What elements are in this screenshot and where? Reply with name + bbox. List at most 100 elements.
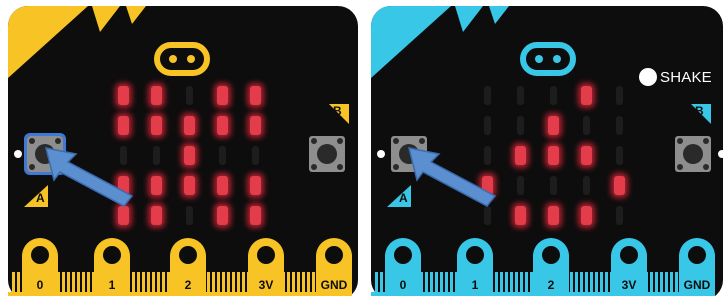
- led-r1-c4: [250, 116, 261, 135]
- connector-tooth: [87, 272, 90, 296]
- shake-dot-icon: [639, 68, 657, 86]
- connector-tooth: [445, 272, 448, 296]
- pin-hole: [688, 246, 706, 264]
- led-r0-c4: [616, 86, 623, 105]
- pin-hole: [620, 246, 638, 264]
- led-r1-c2: [548, 116, 559, 135]
- edge-connector: 0 1 2 3V GND: [363, 230, 725, 296]
- connector-tooth: [665, 272, 668, 296]
- connector-tooth: [162, 272, 165, 296]
- led-r0-c1: [151, 86, 162, 105]
- led-r2-c1: [515, 146, 526, 165]
- led-r0-c2: [550, 86, 557, 105]
- pin-3v[interactable]: 3V: [611, 238, 647, 296]
- connector-tooth: [440, 272, 443, 296]
- connector-tooth: [515, 272, 518, 296]
- led-r0-c2: [186, 86, 193, 105]
- led-r3-c2: [550, 176, 557, 195]
- led-r0-c3: [581, 86, 592, 105]
- connector-tooth: [227, 272, 230, 296]
- pin-gnd[interactable]: GND: [316, 238, 352, 296]
- connector-tooth: [500, 272, 503, 296]
- shake-label: SHAKE: [660, 68, 712, 86]
- button-b[interactable]: [675, 136, 711, 172]
- connector-tooth: [660, 272, 663, 296]
- connector-tooth: [505, 272, 508, 296]
- connector-tooth: [430, 272, 433, 296]
- led-r1-c0: [118, 116, 129, 135]
- led-r3-c1: [517, 176, 524, 195]
- led-r2-c1: [153, 146, 160, 165]
- pin-hole: [394, 246, 412, 264]
- led-r1-c1: [151, 116, 162, 135]
- connector-tooth: [307, 272, 310, 296]
- connector-tooth: [525, 272, 528, 296]
- connector-tooth: [237, 272, 240, 296]
- led-r4-c2: [186, 206, 193, 225]
- pin-hole: [542, 246, 560, 264]
- connector-tooth: [222, 272, 225, 296]
- pin-0[interactable]: 0: [385, 238, 421, 296]
- led-r3-c1: [151, 176, 162, 195]
- led-r0-c1: [517, 86, 524, 105]
- led-r2-c3: [581, 146, 592, 165]
- pin-gnd[interactable]: GND: [679, 238, 715, 296]
- connector-tooth: [137, 272, 140, 296]
- connector-tooth: [292, 272, 295, 296]
- pin-3v[interactable]: 3V: [248, 238, 284, 296]
- pin-1[interactable]: 1: [457, 238, 493, 296]
- connector-tooth: [12, 272, 15, 296]
- connector-tooth: [675, 272, 678, 296]
- connector-tooth: [82, 272, 85, 296]
- microbit-logo-icon: [520, 42, 576, 76]
- led-r4-c4: [250, 206, 261, 225]
- connector-tooth: [212, 272, 215, 296]
- connector-tooth: [232, 272, 235, 296]
- led-r4-c4: [616, 206, 623, 225]
- led-r0-c0: [118, 86, 129, 105]
- pin-hole: [466, 246, 484, 264]
- led-r1-c1: [517, 116, 524, 135]
- led-r0-c4: [250, 86, 261, 105]
- pin-2[interactable]: 2: [533, 238, 569, 296]
- connector-tooth: [575, 272, 578, 296]
- connector-tooth: [600, 272, 603, 296]
- pin-hole: [31, 246, 49, 264]
- connector-tooth: [650, 272, 653, 296]
- led-r3-c3: [583, 176, 590, 195]
- connector-tooth: [580, 272, 583, 296]
- pin-label: 3V: [621, 278, 637, 292]
- connector-tooth: [375, 272, 378, 296]
- pin-label: 3V: [258, 278, 274, 292]
- led-r3-c2: [184, 176, 195, 195]
- pin-label: 0: [399, 278, 407, 292]
- led-r3-c4: [614, 176, 625, 195]
- microbit-logo-icon: [154, 42, 210, 76]
- led-r4-c3: [581, 206, 592, 225]
- led-r1-c2: [184, 116, 195, 135]
- connector-tooth: [157, 272, 160, 296]
- connector-tooth: [207, 272, 210, 296]
- shake-button[interactable]: SHAKE: [639, 66, 712, 88]
- led-r1-c3: [217, 116, 228, 135]
- led-r2-c4: [616, 146, 623, 165]
- pin-2[interactable]: 2: [170, 238, 206, 296]
- connector-tooth: [142, 272, 145, 296]
- pin-hole: [325, 246, 343, 264]
- led-r1-c4: [616, 116, 623, 135]
- pin-hole: [103, 246, 121, 264]
- connector-tooth: [605, 272, 608, 296]
- connector-tooth: [380, 272, 383, 296]
- led-r4-c1: [515, 206, 526, 225]
- connector-tooth: [77, 272, 80, 296]
- pin-0[interactable]: 0: [22, 238, 58, 296]
- pin-label: 2: [547, 278, 555, 292]
- connector-tooth: [302, 272, 305, 296]
- connector-tooth: [312, 272, 315, 296]
- led-r1-c3: [583, 116, 590, 135]
- pin-label: 1: [108, 278, 116, 292]
- led-r2-c4: [252, 146, 259, 165]
- pin-1[interactable]: 1: [94, 238, 130, 296]
- connector-tooth: [242, 272, 245, 296]
- button-b[interactable]: [309, 136, 345, 172]
